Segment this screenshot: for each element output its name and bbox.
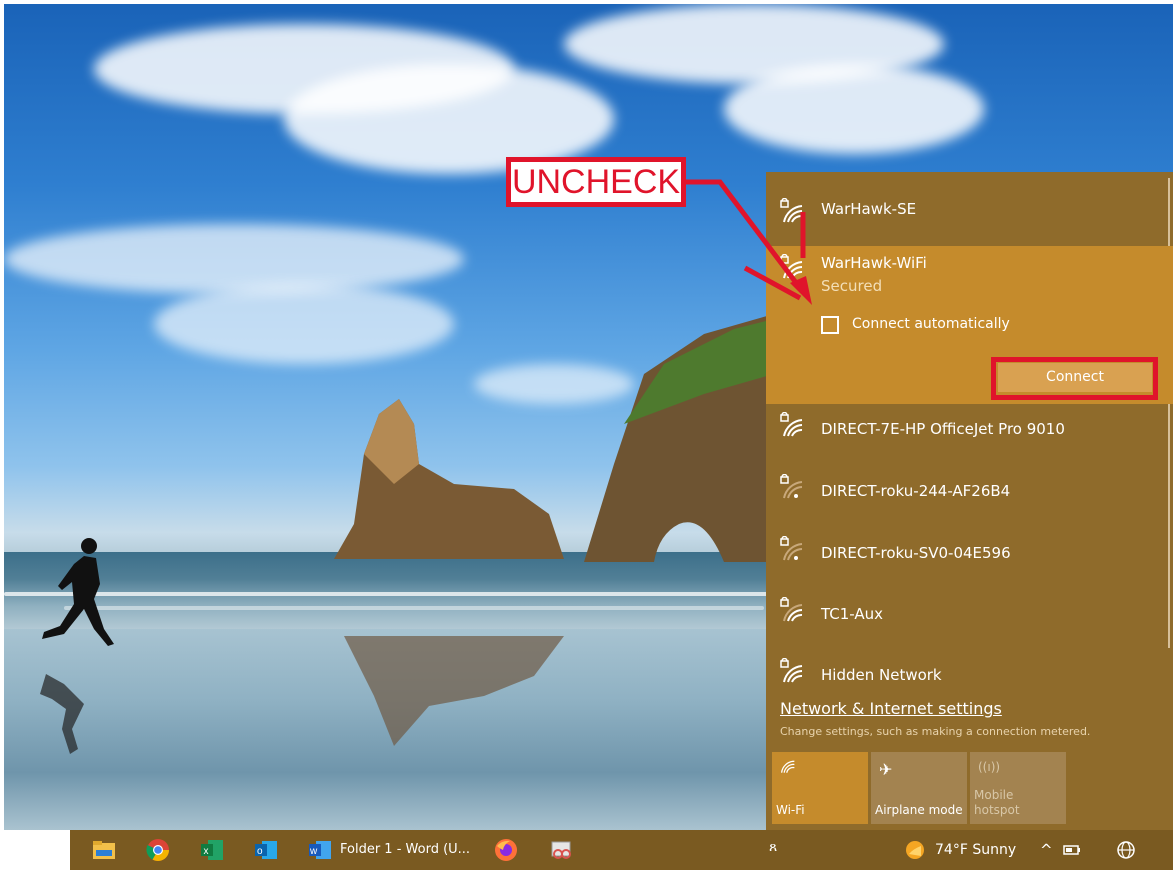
airplane-mode-tile[interactable]: ✈ Airplane mode (871, 752, 967, 824)
wifi-secured-icon (780, 254, 803, 279)
hotspot-icon: ((ı)) (978, 760, 1001, 774)
word-window-label[interactable]: Folder 1 - Word (U... (340, 842, 470, 857)
wifi-medium-secured-icon (780, 597, 803, 622)
network-ssid: TC1-Aux (821, 605, 884, 623)
cloud (154, 284, 454, 364)
connect-highlight-box (991, 357, 1158, 400)
wifi-toggle-tile[interactable]: Wi-Fi (772, 752, 868, 824)
network-item[interactable]: DIRECT-roku-244-AF26B4 (766, 456, 1173, 516)
rock-arch (584, 314, 774, 562)
airplane-icon: ✈ (879, 760, 893, 779)
weather-label[interactable]: 74°F Sunny (935, 842, 1016, 858)
excel-icon[interactable]: x (200, 838, 224, 862)
network-settings-description: Change settings, such as making a connec… (780, 725, 1091, 738)
battery-icon[interactable] (1062, 841, 1082, 859)
wifi-icon (781, 760, 795, 773)
network-settings-link[interactable]: Network & Internet settings (780, 699, 1002, 718)
chevron-up-icon[interactable]: ^ (1040, 841, 1053, 859)
network-ssid: DIRECT-roku-SV0-04E596 (821, 544, 1011, 562)
svg-text:x: x (204, 846, 209, 857)
wifi-weak-secured-icon (780, 474, 803, 499)
wifi-flyout: WarHawk-SE WarHawk-WiFi Secured Connect … (766, 172, 1173, 830)
taskbar: x o w Folder 1 - Word (U... ጸ 74°F Sunny… (0, 830, 1173, 870)
wave (64, 606, 764, 610)
network-status: Secured (821, 277, 883, 295)
mobile-hotspot-tile[interactable]: ((ı)) Mobile hotspot (970, 752, 1066, 824)
network-item[interactable]: WarHawk-SE (766, 180, 1173, 240)
people-icon[interactable]: ጸ (769, 839, 777, 855)
file-explorer-icon[interactable] (92, 838, 116, 862)
wifi-weak-secured-icon (780, 536, 803, 561)
rock-reflection (344, 636, 564, 746)
runner-silhouette (40, 538, 114, 754)
network-item[interactable]: TC1-Aux (766, 579, 1173, 639)
chrome-icon[interactable] (146, 838, 170, 862)
snipping-tool-icon[interactable] (550, 838, 574, 862)
tile-label: Wi-Fi (776, 803, 805, 817)
outlook-icon[interactable]: o (254, 838, 278, 862)
wifi-secured-icon (780, 658, 803, 683)
network-item[interactable]: DIRECT-roku-SV0-04E596 (766, 518, 1173, 578)
wifi-secured-icon (780, 198, 803, 223)
firefox-icon[interactable] (494, 838, 518, 862)
start-area[interactable] (0, 830, 70, 870)
cloud (724, 64, 984, 154)
network-item[interactable]: DIRECT-7E-HP OfficeJet Pro 9010 (766, 394, 1173, 454)
network-ssid: WarHawk-SE (821, 200, 917, 218)
rock-formation (334, 399, 564, 559)
network-ssid: DIRECT-7E-HP OfficeJet Pro 9010 (821, 420, 1065, 438)
network-ssid: Hidden Network (821, 666, 942, 684)
connect-automatically-label[interactable]: Connect automatically (852, 316, 1010, 332)
network-ssid: WarHawk-WiFi (821, 254, 927, 272)
weather-sunny-icon[interactable] (905, 840, 925, 860)
network-ssid: DIRECT-roku-244-AF26B4 (821, 482, 1011, 500)
network-globe-icon[interactable] (1116, 840, 1136, 860)
tile-label: Airplane mode (875, 803, 963, 817)
cloud (4, 224, 464, 294)
svg-text:w: w (309, 846, 318, 857)
svg-text:o: o (257, 846, 263, 857)
word-icon[interactable]: w (308, 838, 332, 862)
wifi-secured-icon (780, 412, 803, 437)
connect-automatically-checkbox[interactable] (821, 316, 839, 334)
tile-label: Mobile hotspot (974, 788, 1020, 817)
uncheck-callout: UNCHECK (506, 157, 686, 207)
network-item[interactable]: Hidden Network (766, 640, 1173, 700)
